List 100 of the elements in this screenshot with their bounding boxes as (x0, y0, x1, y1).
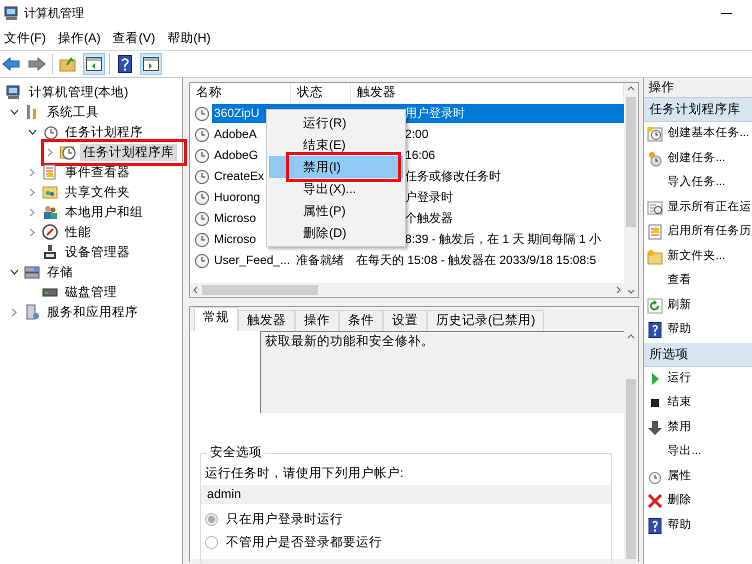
clock-icon (194, 106, 210, 122)
expand-icon[interactable] (10, 109, 18, 115)
tree-item[interactable]: 服务和应用程序 (44, 304, 141, 320)
section-header: 任务计划程序库 (644, 98, 752, 122)
action-link[interactable]: 删除 (668, 494, 692, 508)
action-link[interactable]: 运行 (668, 372, 692, 386)
tree-item[interactable]: 性能 (62, 224, 94, 240)
radio-label: 只在用户登录时运行 (226, 512, 344, 527)
action-link[interactable]: 启用所有任务历 (668, 225, 752, 240)
task-trigger: 16:06 (404, 148, 436, 163)
action-link[interactable]: 帮助 (668, 323, 692, 338)
clock-icon (194, 252, 210, 268)
help-icon (646, 518, 663, 534)
action-link[interactable]: 结束 (668, 396, 692, 410)
storage-icon (24, 264, 40, 280)
expand-icon[interactable] (10, 269, 18, 275)
task-trigger: 个触发器 (404, 211, 454, 226)
tab[interactable]: 触发器 (238, 310, 296, 331)
tab[interactable]: 设置 (383, 310, 428, 331)
action-link[interactable]: 禁用 (668, 420, 692, 435)
computer-icon (6, 84, 22, 100)
window-title: 计算机管理 (24, 6, 84, 20)
tree-item[interactable]: 存储 (44, 264, 76, 280)
section-header: 所选项 (644, 342, 752, 366)
minimize-icon[interactable] (721, 12, 732, 14)
action-link[interactable]: 创建任务... (668, 152, 726, 166)
clock-star-icon (646, 150, 663, 167)
tab[interactable]: 条件 (339, 310, 384, 331)
action-link[interactable]: 属性 (668, 470, 692, 484)
vertical-scrollbar[interactable] (624, 331, 638, 559)
action-link[interactable]: 导出... (668, 445, 702, 460)
menu-item[interactable]: 操作(A) (54, 30, 109, 46)
task-trigger: 户登录时 (404, 190, 454, 205)
menu-item[interactable]: 删除(D) (269, 222, 404, 244)
radio-label: 不管用户是否登录都要运行 (226, 535, 382, 550)
menu-item[interactable]: 结束(E) (269, 134, 404, 156)
server-icon (24, 304, 40, 320)
action-link[interactable]: 刷新 (668, 298, 692, 313)
radio-button[interactable] (205, 513, 218, 526)
tree-item[interactable]: 设备管理器 (62, 244, 133, 260)
action-link[interactable]: 创建基本任务... (668, 127, 750, 142)
task-trigger: 在每天的 15:08 - 触发器在 2033/9/18 15:08:5 (355, 253, 598, 268)
vertical-scrollbar[interactable] (624, 83, 638, 297)
tree-item[interactable]: 磁盘管理 (62, 284, 120, 300)
menu-item[interactable]: 文件(F) (0, 30, 54, 46)
share-icon (42, 184, 58, 200)
tree-item[interactable]: 事件查看器 (62, 164, 133, 180)
log-icon (42, 164, 58, 180)
task-status: 准备就绪 (295, 253, 346, 268)
users-icon (42, 204, 58, 220)
folder-icon (646, 248, 663, 265)
task-trigger: 8:39 - 触发后，在 1 天 期间每隔 1 小 (404, 232, 602, 247)
action-link[interactable]: 导入任务... (668, 176, 726, 190)
help-icon (646, 322, 663, 338)
clock-icon (194, 232, 210, 248)
action-link[interactable]: 新文件夹... (668, 250, 726, 264)
action-pane-icon[interactable] (140, 53, 162, 75)
tree-item[interactable]: 系统工具 (44, 104, 102, 120)
clock-icon (42, 124, 58, 140)
account-field: admin (201, 485, 611, 504)
clock-icon (194, 126, 210, 142)
down-arrow-icon (646, 420, 663, 436)
task-trigger: 用户登录时 (404, 106, 466, 121)
action-link[interactable]: 查看 (668, 274, 692, 288)
expand-icon[interactable] (28, 129, 36, 135)
tree-item[interactable]: 本地用户和组 (62, 204, 146, 220)
tree-item[interactable]: 共享文件夹 (62, 184, 133, 200)
clock-icon (194, 148, 210, 164)
tab[interactable]: 常规 (194, 307, 238, 331)
task-name[interactable]: User_Feed_... (212, 253, 294, 268)
action-link[interactable]: 显示所有正在运 (668, 200, 752, 215)
delete-icon (646, 493, 663, 510)
horizontal-scrollbar[interactable] (190, 283, 624, 297)
column-header[interactable]: 状态 (291, 83, 352, 103)
tab[interactable]: 操作 (295, 310, 340, 331)
tree-item[interactable]: 任务计划程序库 (80, 144, 177, 160)
menu-item[interactable]: 查看(V) (108, 30, 164, 46)
computer-icon (4, 5, 20, 21)
tree-item[interactable]: 任务计划程序 (62, 124, 146, 140)
device-icon (42, 244, 58, 260)
tab[interactable]: 历史记录(已禁用) (427, 310, 544, 331)
list-clock-icon (646, 200, 663, 216)
notepad-icon (646, 224, 663, 240)
clock-icon (194, 168, 210, 184)
column-header[interactable]: 名称 (190, 83, 292, 103)
description-text: 获取最新的功能和安全修补。 (260, 331, 624, 413)
account-label: 运行任务时，请使用下列用户帐户: (204, 465, 404, 481)
menu-item[interactable]: 帮助(H) (163, 30, 219, 46)
action-link[interactable]: 帮助 (668, 518, 692, 533)
menu-item[interactable]: 运行(R) (269, 112, 404, 134)
task-trigger: 2:00 (404, 127, 430, 142)
tree-item[interactable]: 计算机管理(本地) (26, 84, 132, 100)
group-title: 安全选项 (207, 445, 266, 460)
menu-item[interactable]: 导出(X)... (269, 178, 404, 200)
gauge-icon (42, 224, 58, 240)
tree-pane-icon[interactable] (83, 53, 105, 75)
menu-item[interactable]: 属性(P) (269, 200, 404, 222)
pane-title: 操作 (644, 78, 752, 98)
radio-button[interactable] (205, 536, 218, 549)
refresh-icon (646, 298, 663, 314)
